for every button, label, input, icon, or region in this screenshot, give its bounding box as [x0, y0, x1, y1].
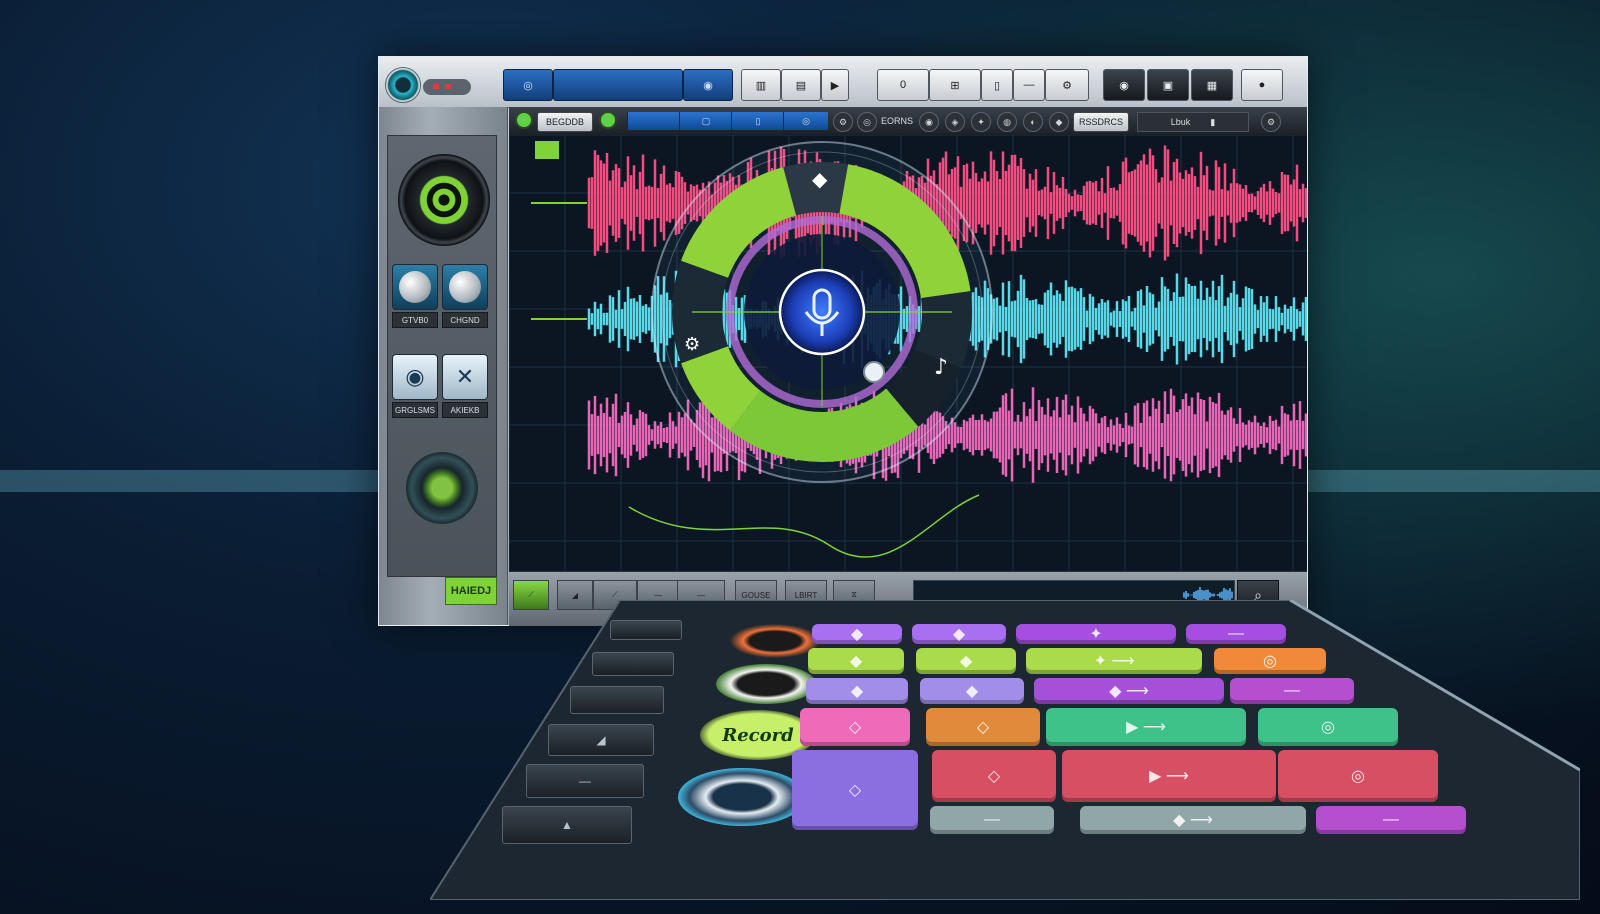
- gain-label: GTVB0: [392, 312, 438, 328]
- pad-controller: ◢ — ▲ Record ◆ ◆ ✦ — ◆ ◆ ✦ ⟶ ◎ ◆ ◆ ◆ ⟶ — ◇ ◇ ▶ ⟶ ◎ ◇ ◇ ▶ ⟶…: [430, 600, 1580, 900]
- track-icon[interactable]: ▯: [981, 69, 1013, 101]
- left-panel: GTVB0 CHGND ◉ ✕ GRGLSMS AKIEKB: [379, 107, 508, 625]
- top-toolbar: ◎ ◉ ▥ ▤ ▶ 0 ⊞ ▯ — ⚙ ◉ ▣ ▦ ●: [379, 57, 1307, 108]
- level-label: Lbuk: [1170, 117, 1191, 127]
- minus-icon[interactable]: —: [1013, 69, 1045, 101]
- transport-display[interactable]: [553, 69, 683, 101]
- master-knob[interactable]: [398, 154, 490, 246]
- grid-icon[interactable]: ▤: [781, 69, 821, 101]
- drum-pad[interactable]: —: [1316, 806, 1466, 834]
- gain-knob[interactable]: [392, 264, 438, 310]
- drum-pad[interactable]: ◇: [792, 750, 918, 830]
- drum-pad[interactable]: ◆: [806, 678, 908, 704]
- drum-pad[interactable]: ◆: [812, 624, 902, 644]
- svg-text:♪: ♪: [934, 355, 948, 380]
- drum-pad[interactable]: ◆ ⟶: [1080, 806, 1306, 834]
- target-label: GRGLSMS: [392, 402, 438, 418]
- split-icon[interactable]: ▥: [741, 69, 781, 101]
- drum-pad[interactable]: —: [1230, 678, 1354, 704]
- clip-marker[interactable]: [535, 141, 559, 159]
- svg-text:⚙: ⚙: [684, 334, 700, 355]
- drum-pad[interactable]: ▶ ⟶: [1062, 750, 1276, 802]
- drum-pad[interactable]: ▶ ⟶: [1046, 708, 1246, 746]
- side-key-4[interactable]: ◢: [548, 724, 654, 756]
- loop-icon[interactable]: ◎: [503, 69, 553, 101]
- shape-icon[interactable]: ◐: [1023, 112, 1043, 132]
- drum-pad[interactable]: ◎: [1278, 750, 1438, 802]
- ring-button-2[interactable]: [716, 664, 816, 704]
- drum-pad[interactable]: ✦ ⟶: [1026, 648, 1202, 674]
- eye-icon[interactable]: ◉: [1103, 69, 1145, 101]
- mixer-icon[interactable]: ⊞: [929, 69, 981, 101]
- left-panel-inner: GTVB0 CHGND ◉ ✕ GRGLSMS AKIEKB: [387, 135, 497, 577]
- mic-input-icon[interactable]: 0: [877, 69, 929, 101]
- arm-dot-icon[interactable]: [599, 111, 617, 129]
- status-dot-icon: [515, 111, 533, 129]
- monitor-icon[interactable]: ▣: [1147, 69, 1189, 101]
- drum-pad[interactable]: ◇: [800, 708, 910, 746]
- level-slider[interactable]: Lbuk ▮: [1137, 112, 1249, 132]
- settings-icon[interactable]: ⚙: [1045, 69, 1089, 101]
- record-label: Record: [722, 724, 794, 746]
- drum-pad[interactable]: ◆: [916, 648, 1016, 674]
- slider-thumb-icon[interactable]: ▮: [1210, 117, 1215, 128]
- side-key-3[interactable]: [570, 686, 664, 714]
- side-key-2[interactable]: [592, 652, 674, 676]
- drum-pad[interactable]: —: [930, 806, 1054, 834]
- timer-icon[interactable]: ◉: [683, 69, 733, 101]
- close-icon: ✕: [455, 364, 475, 389]
- target-button[interactable]: ◉: [392, 354, 438, 400]
- drum-pad[interactable]: ◇: [926, 708, 1040, 746]
- side-key-6[interactable]: ▲: [502, 806, 632, 844]
- drum-pad[interactable]: ◆: [808, 648, 904, 674]
- play-icon[interactable]: ▶: [821, 69, 849, 101]
- channel-knob[interactable]: [442, 264, 488, 310]
- target-icon: ◉: [405, 364, 425, 389]
- library-icon[interactable]: ▦: [1191, 69, 1233, 101]
- side-key-1[interactable]: [610, 620, 682, 640]
- record-icon[interactable]: ●: [1241, 69, 1283, 101]
- side-key-5[interactable]: —: [526, 764, 644, 798]
- drum-pad[interactable]: ◆: [920, 678, 1024, 704]
- drum-pad[interactable]: ◎: [1258, 708, 1398, 746]
- options-icon[interactable]: ⚙: [1261, 112, 1281, 132]
- drum-pad[interactable]: ◇: [932, 750, 1056, 802]
- drum-pad[interactable]: ◆: [912, 624, 1006, 644]
- preset-button[interactable]: RSSDRCS: [1073, 112, 1129, 132]
- record-mode-button[interactable]: BEGDDB: [537, 112, 593, 132]
- jog-wheel[interactable]: [678, 768, 806, 826]
- drum-pad[interactable]: ✦: [1016, 624, 1176, 644]
- ring-button-1[interactable]: [730, 624, 820, 658]
- record-dial-overlay[interactable]: ⚙ ◆ ♪: [651, 126, 1012, 502]
- svg-text:◆: ◆: [812, 167, 828, 191]
- close-button[interactable]: ✕: [442, 354, 488, 400]
- drum-pad[interactable]: ◎: [1214, 648, 1326, 674]
- drum-pad[interactable]: —: [1186, 624, 1286, 644]
- diamond-icon[interactable]: ◆: [1049, 112, 1069, 132]
- aux-knob[interactable]: [406, 452, 478, 524]
- microphone-icon: [778, 268, 866, 356]
- close-label: AKIEKB: [442, 402, 488, 418]
- power-icon[interactable]: [385, 67, 421, 103]
- channel-label: CHGND: [442, 312, 488, 328]
- status-leds-icon: [423, 79, 471, 95]
- drum-pad[interactable]: ◆ ⟶: [1034, 678, 1224, 704]
